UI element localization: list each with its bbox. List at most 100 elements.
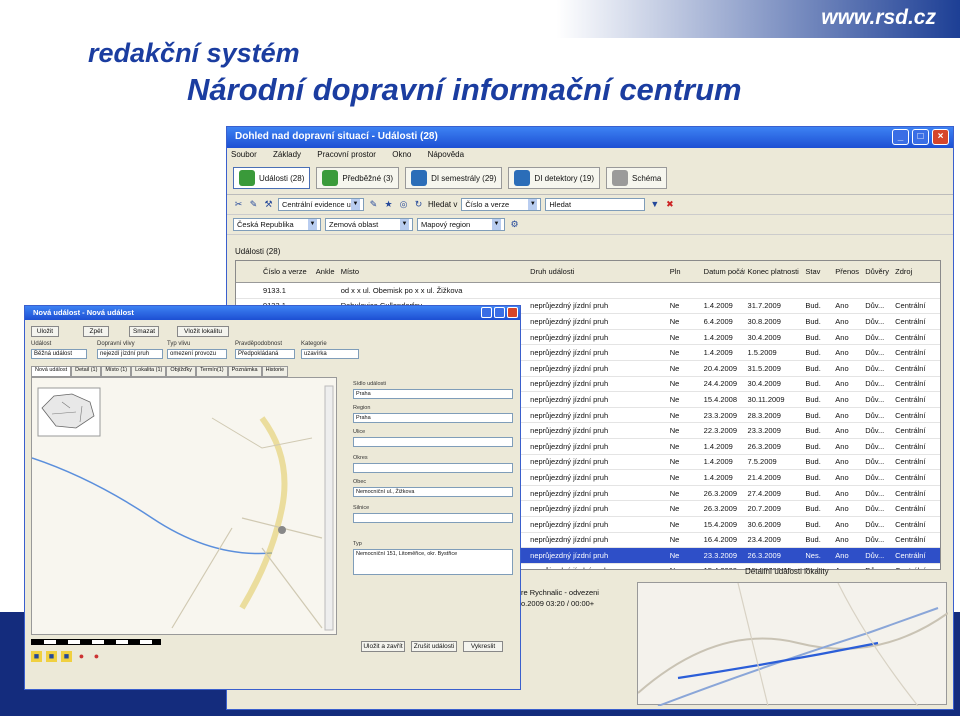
star-icon[interactable]: ★ [383,199,394,210]
table-cell: Ne [669,457,680,467]
table-cell: neprůjezdný jízdní pruh [527,566,667,569]
dialog-tab[interactable]: Místo (1) [101,366,132,377]
wrench-icon[interactable]: ⚒ [263,199,274,210]
tab-semestraly[interactable]: DI semestrály (29) [405,167,503,189]
table-cell: 1.4.2009 [703,348,733,358]
table-cell: 30.4.2009 [747,332,781,342]
type-field[interactable]: Nemocniční 151, Litoměřice, okr. Bystřic… [353,549,513,575]
detector-icon [514,170,531,186]
cancel-events-button[interactable]: Zrušit události [411,641,457,652]
evidence-combo[interactable]: Centrální evidence u ▼ [278,198,364,211]
cut-icon[interactable]: ✂ [233,199,244,210]
tool-icon[interactable]: ■ [46,651,57,662]
district-field[interactable] [353,463,513,473]
table-row[interactable]: 9133.1 od x x ul. Obemisk po x x ul. Žižk… [236,283,940,299]
pin-icon[interactable]: ● [76,651,87,662]
table-cell: 26.3.2009 [703,488,738,498]
menu-pracovni-prostor[interactable]: Pracovní prostor [317,150,376,159]
col-header[interactable]: Místo [338,267,527,276]
road-field[interactable] [353,513,513,523]
tab-predbezne[interactable]: Předběžné (3) [316,167,400,189]
tab-udalosti[interactable]: Události (28) [233,167,311,189]
location-field[interactable]: Praha [353,389,513,399]
globe-icon[interactable]: ◎ [398,199,409,210]
tab-schema[interactable]: Schéma [606,167,668,189]
col-header[interactable]: Konec platnosti [745,267,803,276]
tool-icon[interactable]: ✎ [248,199,259,210]
minimize-icon[interactable]: _ [892,129,909,145]
col-header[interactable]: Zdroj [892,267,940,276]
maximize-icon[interactable] [494,307,505,318]
refresh-icon[interactable]: ↻ [413,199,424,210]
dialog-tab[interactable]: Detail (1) [71,366,102,377]
col-header[interactable]: Přenos [832,267,862,276]
menu-soubor[interactable]: Soubor [231,150,257,159]
search-input[interactable]: Hledat [545,198,646,211]
category-combo[interactable]: uzavírka [301,349,359,359]
tab-detektory[interactable]: DI detektory (19) [508,167,600,189]
draw-button[interactable]: Vykreslit [463,641,503,652]
col-header[interactable]: Číslo a verze [260,267,313,276]
region-field[interactable]: Praha [353,413,513,423]
col-header[interactable]: Pln [667,267,701,276]
dialog-tab[interactable]: Lokalita (1) [131,366,167,377]
table-cell: 27.4.2009 [747,488,781,498]
edit-icon[interactable]: ✎ [368,199,379,210]
impact-type-combo[interactable]: omezení provozu [167,349,227,359]
menu-okno[interactable]: Okno [392,150,411,159]
dialog-tab[interactable]: Objížďky [166,366,197,377]
site-url[interactable]: www.rsd.cz [821,6,936,30]
close-icon[interactable]: × [932,129,949,145]
map-region-combo[interactable]: Mapový region ▼ [417,218,505,231]
clear-filter-icon[interactable]: ✖ [664,199,675,210]
insert-location-button[interactable]: Vložit lokalitu [177,326,229,337]
table-cell: Ne [669,550,680,560]
action-toolbar: ✂ ✎ ⚒ Centrální evidence u ▼ ✎ ★ ◎ ↻ Hled… [227,195,953,215]
save-button[interactable]: Uložit [31,326,59,337]
minimize-icon[interactable] [481,307,492,318]
traffic-impact-combo[interactable]: nejezdí jízdní pruh [97,349,163,359]
menu-zaklady[interactable]: Základy [273,150,301,159]
table-cell: Ano [835,535,849,545]
table-cell: 1.4.2009 [703,457,733,467]
menu-napoveda[interactable]: Nápověda [428,150,464,159]
col-header[interactable]: Datum počátku [701,267,745,276]
col-header[interactable]: Důvěry [862,267,892,276]
maximize-icon[interactable]: □ [912,129,929,145]
save-close-button[interactable]: Uložit a zavřít [361,641,405,652]
region-combo[interactable]: Zemová oblast ▼ [325,218,413,231]
combo-value: Číslo a verze [465,200,510,209]
table-cell: 16.4.2009 [703,535,738,545]
settings-icon[interactable]: ⚙ [509,219,520,230]
table-cell: Centrální [895,504,926,514]
table-cell: Bud. [805,426,821,436]
tool-icon[interactable]: ■ [61,651,72,662]
probability-combo[interactable]: Předpokládaná [235,349,295,359]
country-combo[interactable]: Česká Republika ▼ [233,218,321,231]
tool-icon[interactable]: ■ [31,651,42,662]
pin-icon[interactable]: ● [91,651,102,662]
map-preview[interactable] [637,582,949,707]
dialog-tab[interactable]: Nová událost [31,366,72,377]
combo-value: Mapový region [421,220,471,229]
col-header[interactable]: Ankle [313,267,338,276]
dialog-tab[interactable]: Historie [261,366,289,377]
table-cell: 23.3.2009 [703,410,738,420]
back-button[interactable]: Zpět [83,326,109,337]
col-header[interactable]: Stav [802,267,832,276]
field-label: Událost [31,341,52,347]
dialog-tab[interactable]: Termín(1) [196,366,228,377]
event-map[interactable] [31,377,337,635]
table-cell: neprůjezdný jízdní pruh [530,441,609,451]
col-header[interactable]: Druh události [527,267,667,276]
window-titlebar: Dohled nad dopravní situací - Události (… [227,127,953,148]
close-icon[interactable] [507,307,518,318]
search-field-combo[interactable]: Číslo a verze ▼ [461,198,542,211]
street-field[interactable] [353,437,513,447]
delete-button[interactable]: Smazat [129,326,159,337]
dialog-tab[interactable]: Poznámka [227,366,262,377]
municipality-field[interactable]: Nemocniční ul., Žižkova [353,487,513,497]
table-cell: 28.3.2009 [747,410,781,420]
filter-icon[interactable]: ▼ [649,199,660,210]
event-type-combo[interactable]: Běžná událost [31,349,87,359]
